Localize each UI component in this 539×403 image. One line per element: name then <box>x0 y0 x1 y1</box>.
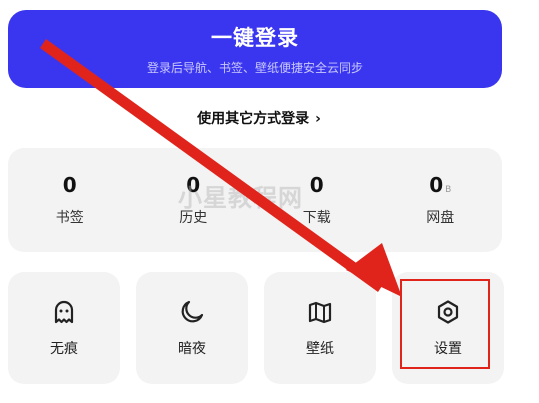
red-arrow-annotation <box>40 39 402 297</box>
